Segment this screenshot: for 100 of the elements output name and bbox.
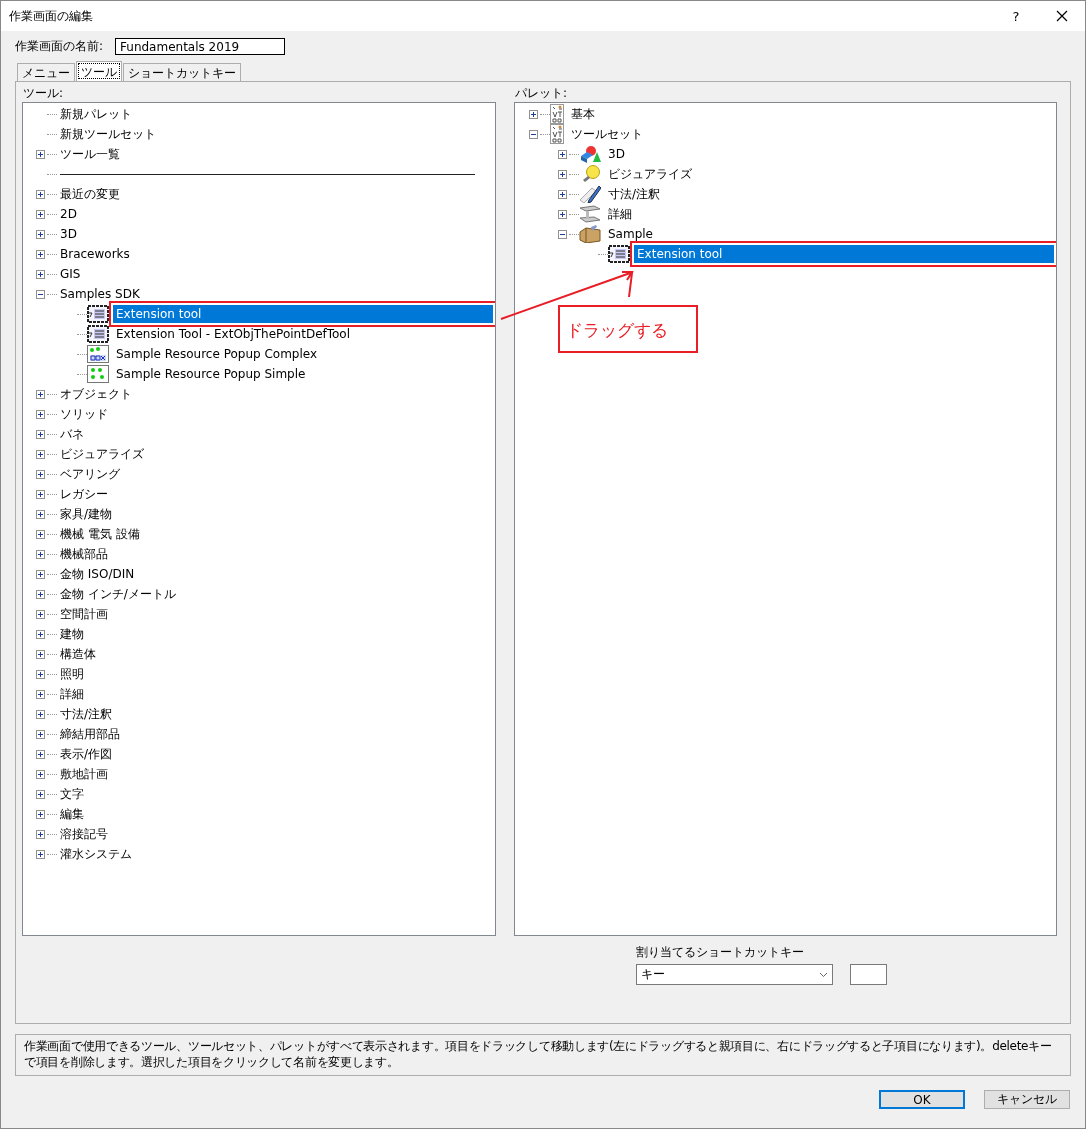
- expand-toggle[interactable]: [36, 409, 45, 419]
- expand-toggle[interactable]: [36, 829, 45, 839]
- expand-toggle[interactable]: [36, 489, 45, 499]
- tree-item[interactable]: 寸法/注釈: [57, 705, 116, 723]
- expand-toggle[interactable]: [36, 429, 45, 439]
- popup-icon: [87, 345, 109, 363]
- tree-item[interactable]: ビジュアライズ: [605, 165, 695, 183]
- tree-item[interactable]: 詳細: [605, 205, 635, 223]
- tree-item[interactable]: 締結用部品: [57, 725, 123, 743]
- tree-item[interactable]: 構造体: [57, 645, 99, 663]
- expand-toggle[interactable]: [36, 809, 45, 819]
- tab[interactable]: ツール: [76, 61, 122, 81]
- key-field[interactable]: [850, 964, 887, 985]
- tree-item[interactable]: 灌水システム: [57, 845, 135, 863]
- expand-toggle[interactable]: [36, 549, 45, 559]
- expand-toggle[interactable]: [36, 509, 45, 519]
- tree-item[interactable]: 編集: [57, 805, 87, 823]
- tree-item[interactable]: オブジェクト: [57, 385, 135, 403]
- toolbox-icon: [579, 225, 601, 243]
- tree-item[interactable]: 金物 ISO/DIN: [57, 565, 138, 583]
- expand-toggle[interactable]: [36, 849, 45, 859]
- expand-toggle[interactable]: [36, 749, 45, 759]
- tree-item[interactable]: ベアリング: [57, 465, 123, 483]
- expand-toggle[interactable]: [36, 569, 45, 579]
- tree-item[interactable]: 空間計画: [57, 605, 111, 623]
- tree-item[interactable]: 金物 インチ/メートル: [57, 585, 179, 603]
- expand-toggle[interactable]: [36, 669, 45, 679]
- expand-toggle[interactable]: [36, 149, 45, 159]
- tree-item[interactable]: Sample Resource Popup Simple: [113, 365, 309, 383]
- expand-toggle[interactable]: [36, 449, 45, 459]
- tree-item[interactable]: ビジュアライズ: [57, 445, 147, 463]
- expand-toggle[interactable]: [36, 249, 45, 259]
- collapse-toggle[interactable]: [558, 229, 567, 239]
- dots-icon: [87, 365, 109, 383]
- tree-item[interactable]: 建物: [57, 625, 87, 643]
- expand-toggle[interactable]: [36, 589, 45, 599]
- tree-item[interactable]: 機械部品: [57, 545, 111, 563]
- tree-item[interactable]: 寸法/注釈: [605, 185, 664, 203]
- tree-item[interactable]: Samples SDK: [57, 285, 143, 303]
- tree-item[interactable]: GIS: [57, 265, 84, 283]
- window-title: 作業画面の編集: [9, 7, 94, 25]
- tree-item[interactable]: 照明: [57, 665, 87, 683]
- cancel-button[interactable]: キャンセル: [984, 1090, 1070, 1109]
- collapse-toggle[interactable]: [36, 289, 45, 299]
- document-icon: [608, 245, 630, 263]
- tree-item[interactable]: 家具/建物: [57, 505, 116, 523]
- expand-toggle[interactable]: [36, 209, 45, 219]
- expand-toggle[interactable]: [36, 729, 45, 739]
- tree-item[interactable]: 3D: [57, 225, 80, 243]
- tree-item[interactable]: 新規パレット: [57, 105, 135, 123]
- name-field[interactable]: Fundamentals 2019: [115, 38, 286, 55]
- expand-toggle[interactable]: [36, 789, 45, 799]
- expand-toggle[interactable]: [36, 529, 45, 539]
- tree-item[interactable]: Sample Resource Popup Complex: [113, 345, 321, 363]
- expand-toggle[interactable]: [36, 709, 45, 719]
- tree-item[interactable]: 溶接記号: [57, 825, 111, 843]
- shapes-icon: [579, 145, 601, 163]
- tree-item[interactable]: 基本: [568, 105, 598, 123]
- expand-toggle[interactable]: [558, 149, 567, 159]
- expand-toggle[interactable]: [36, 769, 45, 779]
- tree-item[interactable]: Sample: [605, 225, 656, 243]
- ok-button[interactable]: OK: [879, 1090, 965, 1109]
- expand-toggle[interactable]: [36, 389, 45, 399]
- tree-item[interactable]: 詳細: [57, 685, 87, 703]
- tree-item[interactable]: Extension Tool - ExtObjThePointDefTool: [113, 325, 354, 343]
- tree-item[interactable]: Braceworks: [57, 245, 133, 263]
- collapse-toggle[interactable]: [529, 129, 538, 139]
- tab[interactable]: メニュー: [17, 63, 75, 81]
- help-button[interactable]: ?: [993, 8, 1039, 24]
- tree-item[interactable]: 敷地計画: [57, 765, 111, 783]
- tree-item[interactable]: 2D: [57, 205, 80, 223]
- expand-toggle[interactable]: [558, 189, 567, 199]
- expand-toggle[interactable]: [36, 689, 45, 699]
- tab[interactable]: ショートカットキー: [123, 63, 241, 81]
- tree-item[interactable]: 文字: [57, 785, 87, 803]
- expand-toggle[interactable]: [36, 269, 45, 279]
- expand-toggle[interactable]: [558, 209, 567, 219]
- expand-toggle[interactable]: [36, 649, 45, 659]
- expand-toggle[interactable]: [558, 169, 567, 179]
- description-text: 作業画面で使用できるツール、ツールセット、パレットがすべて表示されます。項目をドラックして移動します(左にドラッグすると親項目に、右にドラッグすると子項目になります)。deleteキーで項目を削除します。選択した項目をクリックして名前を変更します。: [15, 1034, 1071, 1076]
- expand-toggle[interactable]: [36, 189, 45, 199]
- tree-item[interactable]: ツール一覧: [57, 145, 123, 163]
- expand-toggle[interactable]: [36, 229, 45, 239]
- tree-item[interactable]: バネ: [57, 425, 87, 443]
- close-icon[interactable]: [1056, 10, 1068, 22]
- caret-icon: [819, 971, 828, 978]
- callout-label: ドラッグする: [558, 305, 698, 353]
- expand-toggle[interactable]: [529, 109, 538, 119]
- tree-item[interactable]: 機械 電気 設備: [57, 525, 143, 543]
- tree-item[interactable]: ツールセット: [568, 125, 646, 143]
- tree-item[interactable]: レガシー: [57, 485, 111, 503]
- tree-item[interactable]: 3D: [605, 145, 628, 163]
- shortcut-dropdown[interactable]: キー: [636, 964, 833, 985]
- expand-toggle[interactable]: [36, 469, 45, 479]
- tree-item[interactable]: 最近の変更: [57, 185, 123, 203]
- expand-toggle[interactable]: [36, 629, 45, 639]
- expand-toggle[interactable]: [36, 609, 45, 619]
- tree-item[interactable]: ソリッド: [57, 405, 111, 423]
- tree-item[interactable]: 表示/作図: [57, 745, 116, 763]
- tree-item[interactable]: 新規ツールセット: [57, 125, 159, 143]
